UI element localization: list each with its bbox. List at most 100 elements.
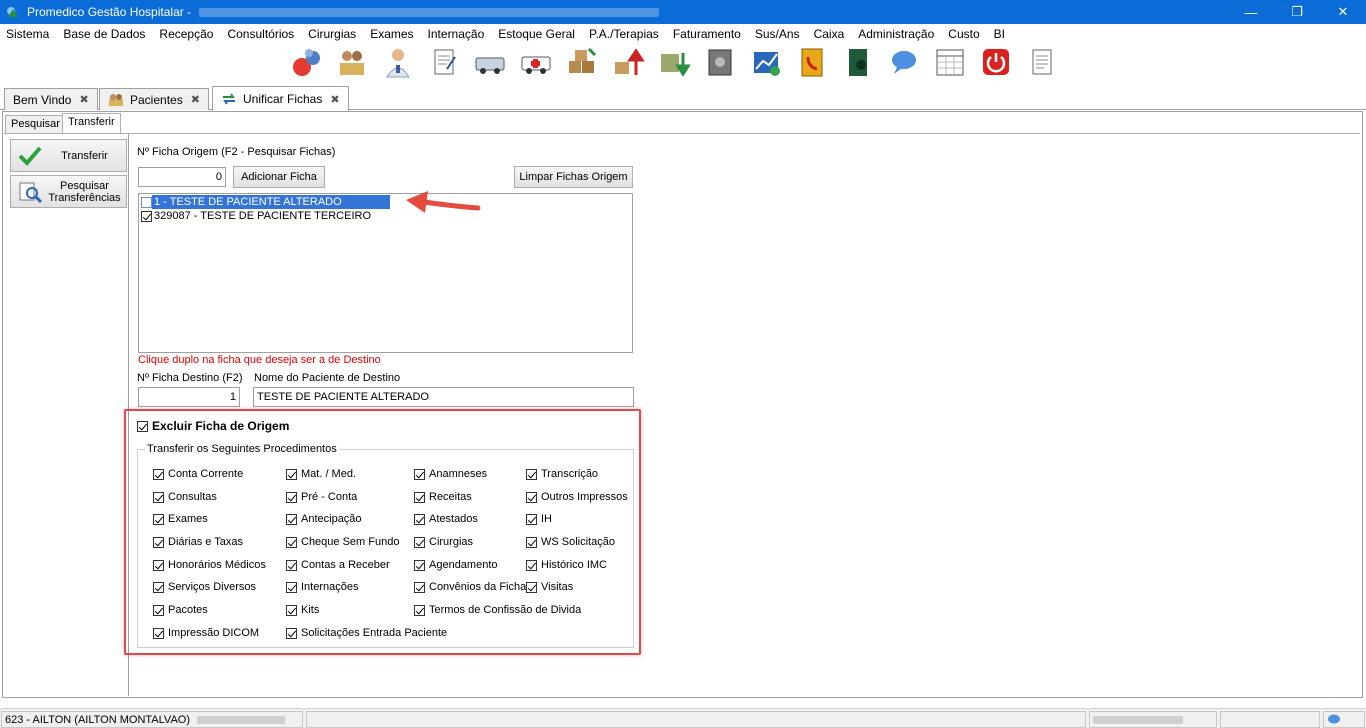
ficha-destino-input[interactable]: 1 <box>138 387 240 407</box>
phone-book-icon[interactable] <box>794 44 830 80</box>
billing-chart-icon[interactable] <box>748 44 784 80</box>
menu-item[interactable]: Internação <box>421 27 492 41</box>
checkbox[interactable] <box>286 604 297 616</box>
ambulance-icon[interactable] <box>472 44 508 80</box>
checkbox[interactable] <box>414 581 425 593</box>
procedure-checkbox[interactable]: Consultas <box>153 491 217 503</box>
checkbox[interactable] <box>286 468 297 480</box>
stock-up-icon[interactable] <box>610 44 646 80</box>
checkbox[interactable] <box>526 513 537 525</box>
users-refresh-icon[interactable] <box>288 44 324 80</box>
procedure-checkbox[interactable]: Contas a Receber <box>286 559 390 571</box>
procedure-checkbox[interactable]: Anamneses <box>414 468 487 480</box>
adicionar-ficha-button[interactable]: Adicionar Ficha <box>233 166 325 188</box>
nome-destino-input[interactable]: TESTE DE PACIENTE ALTERADO <box>253 387 634 407</box>
procedure-checkbox[interactable]: Kits <box>286 604 319 616</box>
money-icon[interactable] <box>656 44 692 80</box>
menu-item[interactable]: Caixa <box>807 27 852 41</box>
tab-close-icon[interactable]: ✖ <box>79 93 88 106</box>
fichas-origem-list[interactable]: 1 - TESTE DE PACIENTE ALTERADO 329087 - … <box>138 193 633 353</box>
checkbox[interactable] <box>286 559 297 571</box>
menu-item[interactable]: Sistema <box>0 27 56 41</box>
procedure-checkbox[interactable]: Diárias e Taxas <box>153 536 243 548</box>
checkbox[interactable] <box>153 604 164 616</box>
checkbox[interactable] <box>153 581 164 593</box>
prescription-icon[interactable] <box>426 44 462 80</box>
menu-item[interactable]: BI <box>987 27 1012 41</box>
checkbox[interactable] <box>153 627 164 639</box>
tab-pacientes[interactable]: Pacientes ✖ <box>99 88 209 110</box>
transferir-button[interactable]: Transferir <box>10 139 127 172</box>
menu-item[interactable]: Recepção <box>152 27 220 41</box>
procedure-checkbox[interactable]: Histórico IMC <box>526 559 607 571</box>
checkbox[interactable] <box>286 513 297 525</box>
book-icon[interactable] <box>840 44 876 80</box>
menu-item[interactable]: Estoque Geral <box>491 27 582 41</box>
procedure-checkbox[interactable]: Antecipação <box>286 513 362 525</box>
checkbox[interactable] <box>153 468 164 480</box>
minimize-button[interactable]: — <box>1228 0 1274 24</box>
tab-pesquisar[interactable]: Pesquisar <box>5 115 66 133</box>
checkbox[interactable] <box>414 559 425 571</box>
procedure-checkbox[interactable]: Receitas <box>414 491 472 503</box>
procedure-checkbox[interactable]: Solicitações Entrada Paciente <box>286 627 447 639</box>
procedure-checkbox[interactable]: Pré - Conta <box>286 491 357 503</box>
menu-item[interactable]: Sus/Ans <box>748 27 807 41</box>
emergency-icon[interactable] <box>518 44 554 80</box>
checkbox[interactable] <box>286 627 297 639</box>
procedure-checkbox[interactable]: Termos de Confissão de Divida <box>414 604 581 616</box>
safe-icon[interactable] <box>702 44 738 80</box>
reception-icon[interactable] <box>334 44 370 80</box>
menu-item[interactable]: Faturamento <box>666 27 748 41</box>
checkbox[interactable] <box>286 536 297 548</box>
chat-icon[interactable] <box>886 44 922 80</box>
checkbox[interactable] <box>153 513 164 525</box>
tab-unificar-fichas[interactable]: Unificar Fichas ✖ <box>212 86 349 111</box>
procedure-checkbox[interactable]: Impressão DICOM <box>153 627 259 639</box>
tab-close-icon[interactable]: ✖ <box>191 93 200 106</box>
procedure-checkbox[interactable]: Pacotes <box>153 604 208 616</box>
procedure-checkbox[interactable]: Atestados <box>414 513 478 525</box>
tab-transferir[interactable]: Transferir <box>62 113 121 134</box>
limpar-fichas-origem-button[interactable]: Limpar Fichas Origem <box>514 166 633 188</box>
procedure-checkbox[interactable]: IH <box>526 513 552 525</box>
excluir-ficha-origem-checkbox[interactable]: Excluir Ficha de Origem <box>137 419 289 433</box>
procedure-checkbox[interactable]: Agendamento <box>414 559 498 571</box>
procedure-checkbox[interactable]: Serviços Diversos <box>153 581 256 593</box>
checkbox[interactable] <box>286 581 297 593</box>
menu-item[interactable]: Exames <box>363 27 420 41</box>
procedure-checkbox[interactable]: Conta Corrente <box>153 468 243 480</box>
tab-bem-vindo[interactable]: Bem Vindo ✖ <box>4 88 98 110</box>
checkbox[interactable] <box>526 581 537 593</box>
checkbox[interactable] <box>153 536 164 548</box>
procedure-checkbox[interactable]: WS Solicitação <box>526 536 615 548</box>
checkbox[interactable] <box>153 559 164 571</box>
procedure-checkbox[interactable]: Convênios da Ficha <box>414 581 526 593</box>
maximize-button[interactable]: ❐ <box>1274 0 1320 24</box>
procedure-checkbox[interactable]: Outros Impressos <box>526 491 628 503</box>
menu-item[interactable]: Administração <box>851 27 941 41</box>
list-item[interactable]: 329087 - TESTE DE PACIENTE TERCEIRO <box>141 209 373 223</box>
pesquisar-transferencias-button[interactable]: Pesquisar Transferências <box>10 175 127 208</box>
power-icon[interactable] <box>978 44 1014 80</box>
close-button[interactable]: ✕ <box>1320 0 1366 24</box>
procedure-checkbox[interactable]: Cheque Sem Fundo <box>286 536 399 548</box>
list-item[interactable]: 1 - TESTE DE PACIENTE ALTERADO <box>141 195 390 209</box>
doctor-icon[interactable] <box>380 44 416 80</box>
calendar-icon[interactable] <box>932 44 968 80</box>
procedure-checkbox[interactable]: Exames <box>153 513 208 525</box>
menu-item[interactable]: Base de Dados <box>56 27 152 41</box>
checkbox[interactable] <box>526 536 537 548</box>
procedure-checkbox[interactable]: Internações <box>286 581 358 593</box>
tab-close-icon[interactable]: ✖ <box>330 93 339 106</box>
procedure-checkbox[interactable]: Cirurgias <box>414 536 473 548</box>
checkbox[interactable] <box>137 420 148 432</box>
checkbox[interactable] <box>414 536 425 548</box>
checkbox[interactable] <box>526 468 537 480</box>
procedure-checkbox[interactable]: Transcrição <box>526 468 598 480</box>
procedure-checkbox[interactable]: Visitas <box>526 581 573 593</box>
checkbox[interactable] <box>414 468 425 480</box>
list-item-checkbox[interactable] <box>141 210 152 222</box>
checkbox[interactable] <box>414 513 425 525</box>
checkbox[interactable] <box>414 491 425 503</box>
